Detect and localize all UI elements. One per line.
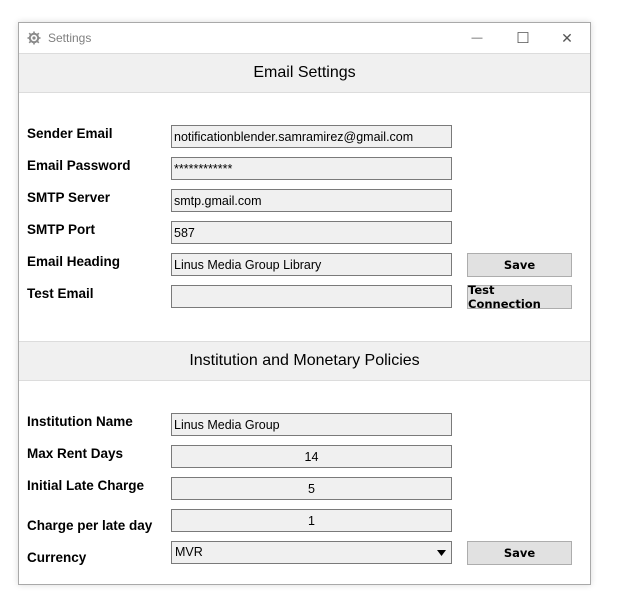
email-settings-header: Email Settings [19, 53, 590, 93]
charge-per-late-day-field[interactable] [171, 509, 452, 532]
minimize-button[interactable]: — [454, 23, 500, 53]
currency-label: Currency [27, 550, 87, 565]
email-heading-field[interactable] [171, 253, 452, 276]
smtp-server-label: SMTP Server [27, 190, 111, 205]
initial-late-charge-label: Initial Late Charge [27, 478, 145, 493]
window-title: Settings [48, 31, 92, 45]
email-save-button[interactable]: Save [467, 253, 572, 277]
email-password-field[interactable] [171, 157, 452, 180]
institution-name-field[interactable] [171, 413, 452, 436]
currency-select[interactable]: MVR [171, 541, 452, 564]
email-password-label: Email Password [27, 158, 131, 173]
smtp-port-field[interactable] [171, 221, 452, 244]
maximize-button[interactable]: ☐ [500, 23, 546, 53]
charge-per-late-day-label: Charge per late day [27, 518, 153, 533]
max-rent-days-label: Max Rent Days [27, 446, 124, 461]
email-settings-heading: Email Settings [253, 64, 356, 81]
test-email-label: Test Email [27, 286, 94, 301]
smtp-port-label: SMTP Port [27, 222, 96, 237]
test-connection-button[interactable]: Test Connection [467, 283, 572, 311]
currency-selected-value: MVR [175, 545, 203, 559]
policy-heading: Institution and Monetary Policies [189, 352, 420, 369]
close-button[interactable]: ✕ [544, 23, 590, 53]
initial-late-charge-field[interactable] [171, 477, 452, 500]
gear-icon [27, 31, 41, 45]
sender-email-label: Sender Email [27, 126, 113, 141]
policy-header: Institution and Monetary Policies [19, 341, 590, 381]
max-rent-days-field[interactable] [171, 445, 452, 468]
institution-name-label: Institution Name [27, 414, 133, 429]
smtp-server-field[interactable] [171, 189, 452, 212]
minimize-icon: — [471, 32, 483, 44]
close-icon: ✕ [561, 29, 573, 46]
chevron-down-icon[interactable] [433, 543, 450, 562]
email-heading-label: Email Heading [27, 254, 121, 269]
policy-save-button[interactable]: Save [467, 541, 572, 565]
title-bar: Settings — ☐ ✕ [19, 23, 590, 53]
test-email-field[interactable] [171, 285, 452, 308]
settings-window: Settings — ☐ ✕ Email Settings Sender Ema… [18, 22, 591, 585]
sender-email-field[interactable] [171, 125, 452, 148]
maximize-icon: ☐ [516, 30, 530, 47]
